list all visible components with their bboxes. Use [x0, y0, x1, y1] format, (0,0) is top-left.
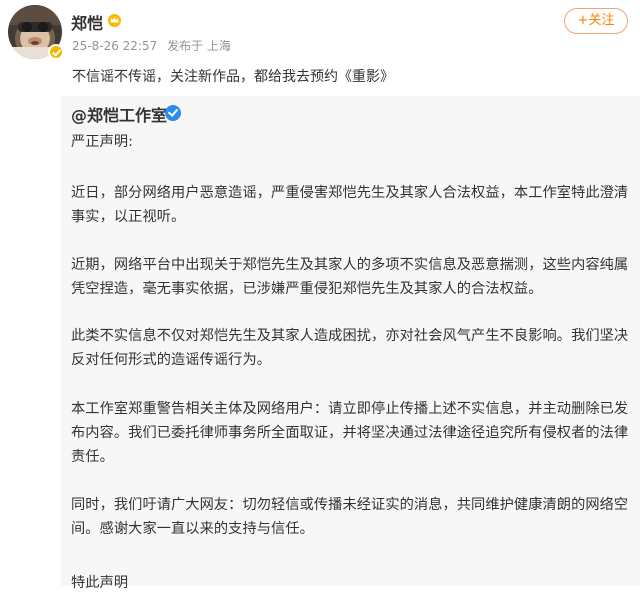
statement-paragraph: 近日，部分网络用户恶意造谣，严重侵害郑恺先生及其家人合法权益，本工作室特此澄清事… [71, 185, 629, 225]
follow-button[interactable]: +关注 [564, 8, 628, 34]
statement-closing: 特此声明 [71, 575, 129, 591]
post-timestamp[interactable]: 25-8-26 22:57 [72, 39, 157, 53]
statement-paragraph: 此类不实信息不仅对郑恺先生及其家人造成困扰，亦对社会风气产生不良影响。我们坚决反… [71, 328, 629, 368]
post-meta: 25-8-26 22:57 发布于 上海 [72, 37, 237, 54]
post-text: 不信谣不传谣，关注新作品，都给我去预约《重影》 [72, 69, 394, 85]
repost-author[interactable]: @郑恺工作室 [71, 102, 167, 126]
statement-heading: 严正声明: [71, 134, 134, 150]
crown-icon [108, 14, 121, 27]
post-header: 郑恺 25-8-26 22:57 发布于 上海 +关注 不信谣不传谣，关注新作品… [0, 0, 640, 96]
reposted-card[interactable]: @郑恺工作室 严正声明: 近日，部分网络用户恶意造谣，严重侵害郑恺先生及其家人合… [61, 96, 640, 591]
verified-badge-icon [48, 44, 64, 60]
statement-paragraph: 本工作室郑重警告相关主体及网络用户：请立即停止传播上述不实信息，并主动删除已发布… [71, 401, 629, 465]
post-source: 发布于 上海 [167, 39, 231, 53]
statement-paragraph: 同时，我们吁请广大网友：切勿轻信或传播未经证实的消息，共同维护健康清朗的网络空间… [71, 497, 629, 537]
statement-paragraph: 近期，网络平台中出现关于郑恺先生及其家人的多项不实信息及恶意揣测，这些内容纯属凭… [71, 257, 629, 297]
username[interactable]: 郑恺 [71, 10, 103, 34]
blue-v-icon [165, 105, 181, 121]
